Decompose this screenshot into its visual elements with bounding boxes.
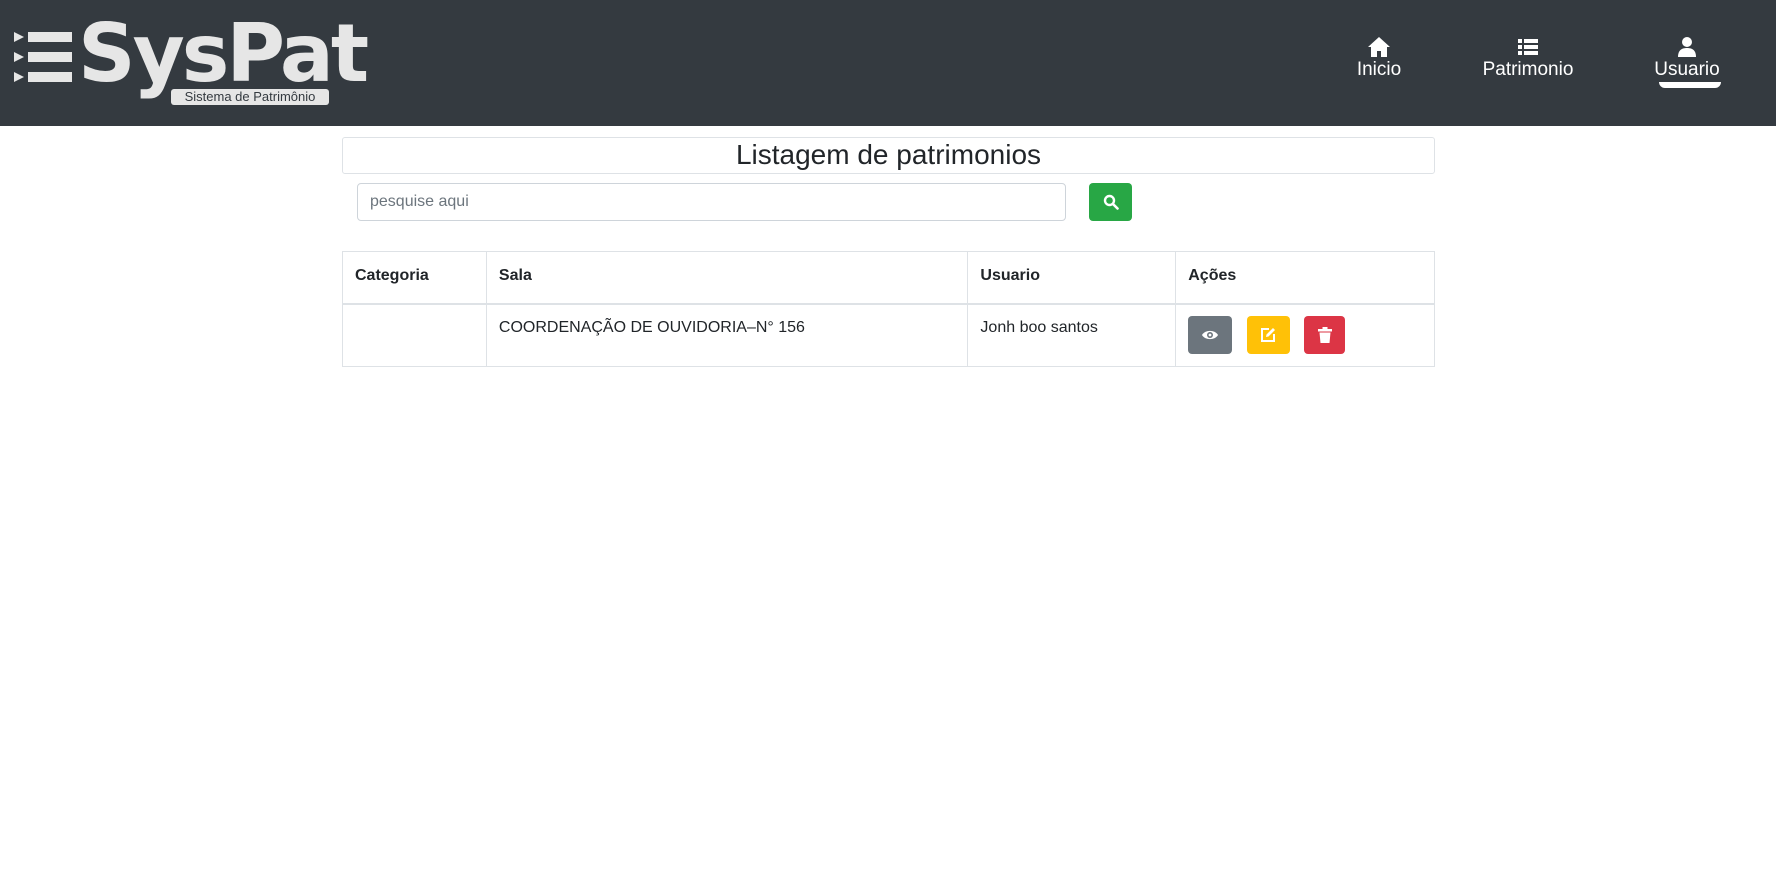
brand-name: SysPat	[78, 7, 369, 100]
nav-label-usuario: Usuario	[1654, 59, 1720, 80]
top-navbar: SysPat Sistema de Patrimônio Inicio Patr…	[0, 0, 1776, 126]
nav-label-inicio: Inicio	[1356, 59, 1402, 80]
nav-label-patrimonio: Patrimonio	[1482, 59, 1574, 80]
header-sala: Sala	[485, 251, 969, 305]
search-icon	[1103, 194, 1119, 210]
header-usuario: Usuario	[967, 251, 1177, 305]
search-button[interactable]	[1089, 183, 1132, 221]
cell-acoes	[1175, 303, 1435, 367]
trash-icon	[1317, 326, 1332, 343]
active-nav-indicator	[1659, 82, 1721, 88]
page-title: Listagem de patrimonios	[735, 139, 1042, 170]
list-icon	[1518, 39, 1538, 55]
search-input[interactable]	[357, 183, 1066, 221]
header-acoes: Ações	[1175, 251, 1435, 305]
cell-usuario: Jonh boo santos	[967, 303, 1177, 367]
cell-categoria	[342, 303, 487, 367]
delete-button[interactable]	[1304, 315, 1346, 354]
patrimonio-table: Categoria Sala Usuario Ações COORDENAÇÃO…	[342, 251, 1435, 367]
home-icon	[1368, 37, 1390, 57]
edit-button[interactable]	[1246, 315, 1290, 354]
table-header-row: Categoria Sala Usuario Ações	[342, 251, 1435, 305]
brand-logo[interactable]: SysPat Sistema de Patrimônio	[14, 8, 369, 110]
nav-item-usuario[interactable]: Usuario	[1648, 36, 1726, 82]
nav-item-patrimonio[interactable]: Patrimonio	[1476, 36, 1580, 82]
table-row: COORDENAÇÃO DE OUVIDORIA–N° 156 Jonh boo…	[342, 303, 1435, 367]
cell-sala: COORDENAÇÃO DE OUVIDORIA–N° 156	[485, 303, 969, 367]
view-button[interactable]	[1188, 315, 1233, 354]
nav-item-inicio[interactable]: Inicio	[1350, 36, 1408, 82]
list-logo-icon	[14, 32, 72, 82]
eye-icon	[1202, 330, 1219, 339]
header-categoria: Categoria	[342, 251, 487, 305]
user-icon	[1678, 37, 1696, 57]
page-title-box: Listagem de patrimonios	[342, 137, 1435, 174]
edit-icon	[1261, 327, 1276, 342]
brand-subtitle: Sistema de Patrimônio	[171, 89, 329, 105]
